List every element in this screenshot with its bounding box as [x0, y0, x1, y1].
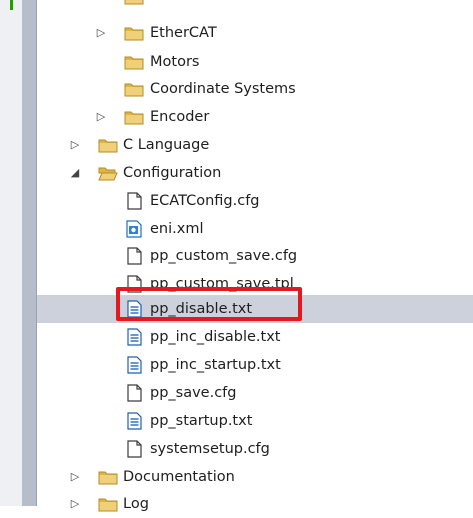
- text-file-icon: [124, 412, 144, 430]
- folder-icon: [124, 0, 144, 6]
- tree-item-label: pp_startup.txt: [150, 413, 253, 429]
- tree-item-label: EtherCAT: [150, 25, 217, 41]
- margin-light-strip: [0, 0, 22, 506]
- tree-item-label: Documentation: [123, 469, 235, 485]
- margin-dark-strip: [22, 0, 36, 506]
- tree-item[interactable]: pp_startup.txt: [37, 407, 473, 435]
- tree-item-label: Configuration: [123, 165, 222, 181]
- collapse-arrow-icon[interactable]: ▷: [68, 137, 82, 153]
- collapse-arrow-icon[interactable]: ▷: [68, 496, 82, 512]
- tree-item-label: pp_inc_startup.txt: [150, 357, 281, 373]
- tree-item[interactable]: pp_custom_save.cfg: [37, 242, 473, 270]
- collapse-arrow-icon[interactable]: ▷: [68, 469, 82, 485]
- tree-item[interactable]: pp_inc_startup.txt: [37, 351, 473, 379]
- tree-item-label: systemsetup.cfg: [150, 441, 270, 457]
- tree-item[interactable]: ▷ Log: [37, 490, 473, 518]
- tree-item-label: pp_custom_save.cfg: [150, 248, 298, 264]
- folder-icon: [124, 80, 144, 98]
- tree-item-label: Motors: [150, 54, 200, 70]
- tree-item-label: Coordinate Systems: [150, 81, 296, 97]
- folder-open-icon: [98, 164, 118, 182]
- tree-item-label: Encoder: [150, 109, 210, 125]
- folder-icon: [124, 53, 144, 71]
- tree-item-label: Log: [123, 496, 149, 512]
- tree-item[interactable]: Coordinate Systems: [37, 75, 473, 103]
- tree-item-label: pp_save.cfg: [150, 385, 237, 401]
- tree-item[interactable]: pp_inc_disable.txt: [37, 323, 473, 351]
- tree-item[interactable]: ▷ Encoder: [37, 103, 473, 131]
- tree-item[interactable]: ◢ Configuration: [37, 159, 473, 187]
- collapse-arrow-icon[interactable]: ▷: [94, 25, 108, 41]
- solution-explorer-tree: ▷ EtherCAT Motors Coordinate Systems ▷ Encode…: [37, 0, 473, 512]
- folder-icon: [124, 24, 144, 42]
- collapse-arrow-icon[interactable]: ▷: [94, 109, 108, 125]
- tree-item-label: pp_inc_disable.txt: [150, 329, 281, 345]
- file-icon: [124, 247, 144, 265]
- file-icon: [124, 384, 144, 402]
- tree-item[interactable]: Motors: [37, 48, 473, 76]
- tree-item[interactable]: ECATConfig.cfg: [37, 187, 473, 215]
- tree-item[interactable]: eni.xml: [37, 215, 473, 243]
- file-icon: [124, 192, 144, 210]
- text-file-icon: [124, 356, 144, 374]
- highlight-box: [116, 287, 302, 321]
- tree-item[interactable]: systemsetup.cfg: [37, 435, 473, 463]
- folder-icon: [98, 136, 118, 154]
- tree-item[interactable]: ▷ C Language: [37, 131, 473, 159]
- tree-item[interactable]: ▷ EtherCAT: [37, 19, 473, 47]
- tree-item-label: ECATConfig.cfg: [150, 193, 260, 209]
- file-icon: [124, 440, 144, 458]
- expand-arrow-icon[interactable]: ◢: [68, 165, 82, 181]
- change-marker: [10, 0, 13, 10]
- folder-icon: [124, 108, 144, 126]
- folder-icon: [98, 495, 118, 513]
- text-file-icon: [124, 328, 144, 346]
- tree-item[interactable]: ▷ Documentation: [37, 463, 473, 491]
- tree-item[interactable]: pp_save.cfg: [37, 379, 473, 407]
- tree-item-label: eni.xml: [150, 221, 204, 237]
- folder-icon: [98, 468, 118, 486]
- tree-item[interactable]: [37, 0, 473, 11]
- xml-file-icon: [124, 220, 144, 238]
- tree-item-label: C Language: [123, 137, 210, 153]
